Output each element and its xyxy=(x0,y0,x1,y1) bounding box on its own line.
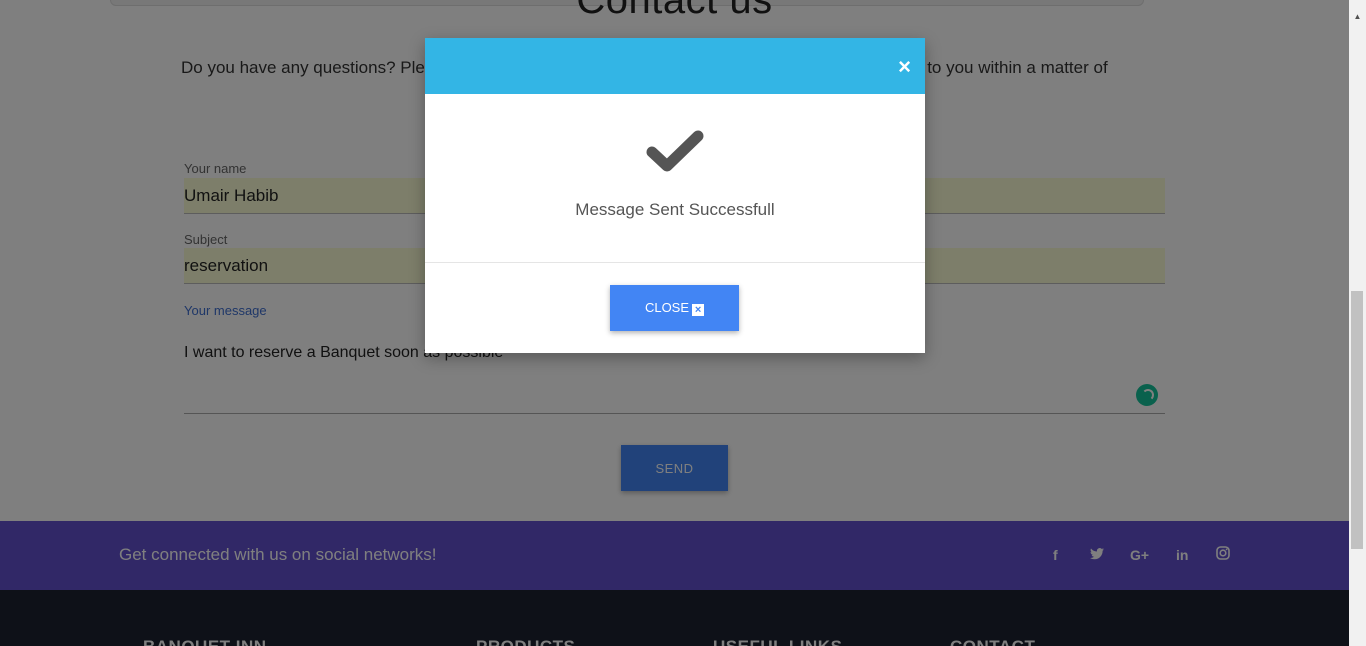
scroll-thumb[interactable] xyxy=(1351,291,1363,549)
checkmark-icon xyxy=(646,130,704,172)
page: Contact us Do you have any questions? Pl… xyxy=(0,0,1349,646)
modal-divider xyxy=(425,262,925,263)
modal-close-label: CLOSE xyxy=(644,300,690,315)
close-icon[interactable]: × xyxy=(898,54,911,80)
modal-close-button[interactable]: CLOSE × xyxy=(610,285,739,331)
scroll-up-arrow-icon[interactable]: ▲ xyxy=(1349,10,1366,24)
success-modal: × Message Sent Successfull CLOSE × xyxy=(425,38,925,353)
scrollbar[interactable]: ▲ xyxy=(1349,0,1366,646)
modal-message: Message Sent Successfull xyxy=(575,200,775,219)
close-box-icon: × xyxy=(692,304,705,316)
modal-header: × xyxy=(425,38,925,94)
